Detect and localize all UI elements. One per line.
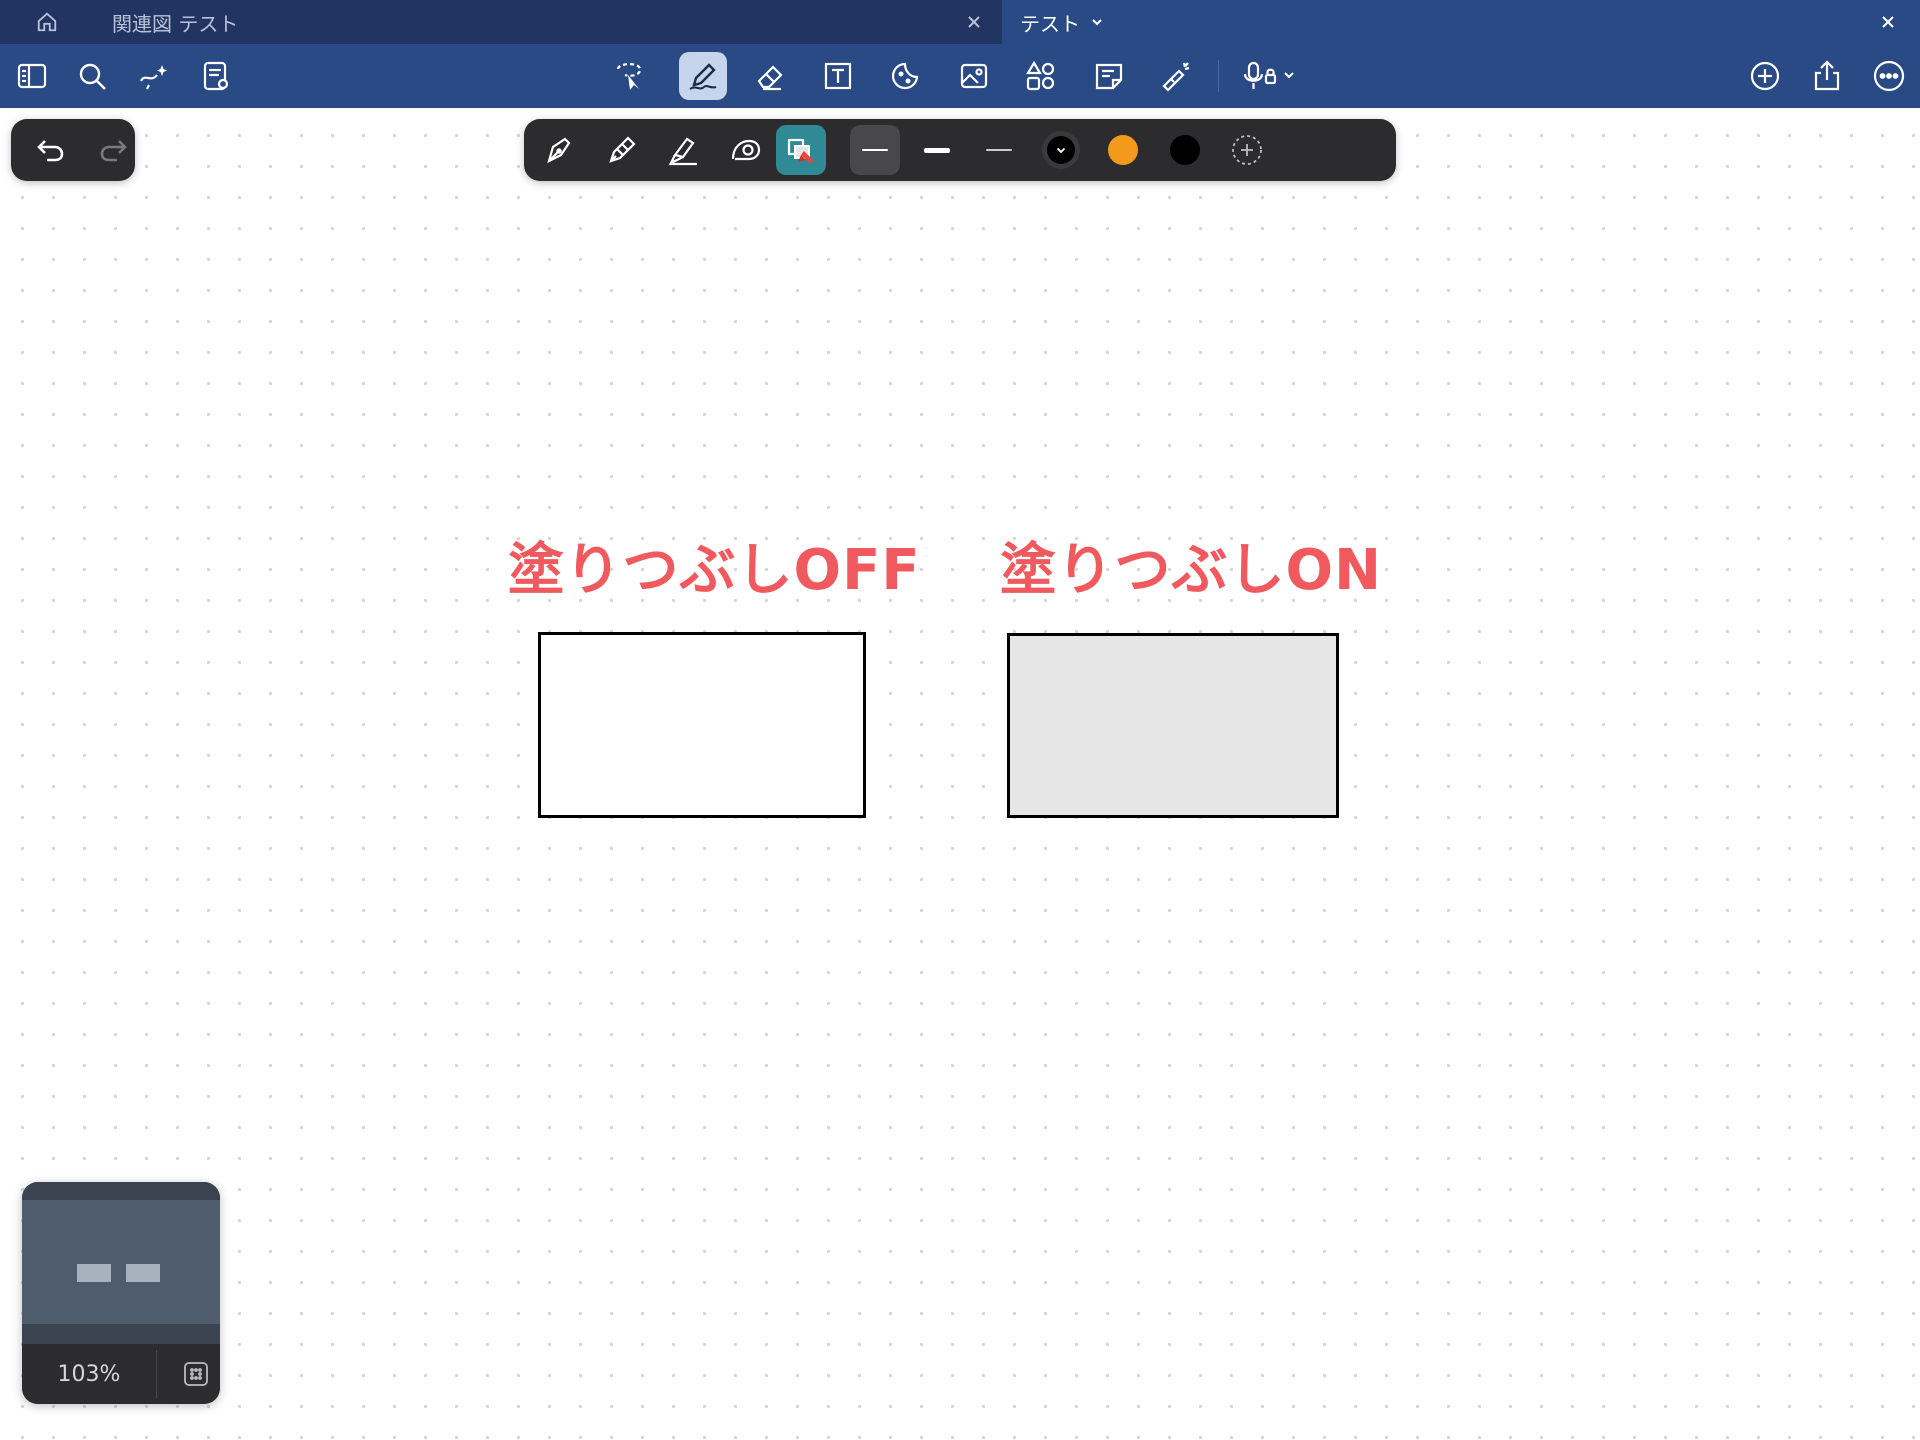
label-fill-off: 塗りつぶしOFF bbox=[508, 538, 921, 603]
add-color-icon[interactable] bbox=[1222, 125, 1272, 175]
color-dot bbox=[1047, 136, 1075, 164]
laser-pointer-icon[interactable] bbox=[1152, 52, 1200, 100]
color-dot bbox=[1108, 135, 1138, 165]
stroke-width-thin-line bbox=[862, 149, 888, 151]
stroke-width-medium-line bbox=[924, 147, 950, 153]
divider bbox=[156, 1350, 157, 1398]
share-icon[interactable] bbox=[1803, 52, 1851, 100]
close-icon[interactable] bbox=[962, 10, 986, 34]
page-settings-icon[interactable] bbox=[192, 52, 240, 100]
rectangle-unfilled[interactable] bbox=[538, 632, 866, 818]
search-icon[interactable] bbox=[68, 52, 116, 100]
image-icon[interactable] bbox=[950, 52, 998, 100]
undo-redo-group bbox=[11, 119, 135, 181]
add-page-icon[interactable] bbox=[1741, 52, 1789, 100]
shapes-icon[interactable] bbox=[1017, 52, 1065, 100]
selected-ring bbox=[1042, 131, 1080, 169]
pen-icon[interactable] bbox=[679, 52, 727, 100]
label-fill-on: 塗りつぶしON bbox=[1000, 538, 1383, 603]
minimap-shape bbox=[77, 1264, 111, 1282]
eraser-icon[interactable] bbox=[746, 52, 794, 100]
stroke-width-fine-line bbox=[986, 149, 1012, 151]
color-swatch-black-selected[interactable] bbox=[1036, 125, 1086, 175]
color-swatch-black[interactable] bbox=[1160, 125, 1210, 175]
zoom-level[interactable]: 103% bbox=[22, 1344, 156, 1404]
tab-label: テスト bbox=[1020, 11, 1080, 36]
chevron-down-icon[interactable] bbox=[1090, 15, 1104, 29]
minimap-footer: 103% bbox=[22, 1344, 220, 1404]
redo-icon[interactable] bbox=[93, 130, 133, 170]
tab-bar: 関連図 テスト テスト bbox=[0, 0, 1920, 44]
tab-test[interactable]: テスト bbox=[1002, 0, 1920, 44]
chevron-down-icon bbox=[1056, 147, 1066, 154]
fill-tool-icon[interactable] bbox=[776, 125, 826, 175]
pen-palette bbox=[524, 119, 1396, 181]
minimap-margin bbox=[22, 1182, 220, 1200]
fountain-pen-icon[interactable] bbox=[535, 125, 585, 175]
fit-page-icon[interactable] bbox=[182, 1360, 210, 1388]
drawing-canvas[interactable] bbox=[0, 108, 1920, 1440]
rectangle-filled[interactable] bbox=[1007, 633, 1339, 818]
lasso-select-icon[interactable] bbox=[606, 52, 654, 100]
toolbar-separator bbox=[1218, 60, 1219, 92]
sticker-icon[interactable] bbox=[882, 52, 930, 100]
minimap-margin bbox=[22, 1324, 220, 1344]
page-minimap[interactable]: 103% bbox=[22, 1182, 220, 1404]
ai-lasso-icon[interactable] bbox=[130, 52, 178, 100]
close-icon[interactable] bbox=[1876, 10, 1900, 34]
stroke-width-thin[interactable] bbox=[850, 125, 900, 175]
tab-kanrenzu-test[interactable]: 関連図 テスト bbox=[80, 0, 1000, 44]
ball-pen-icon[interactable] bbox=[597, 125, 647, 175]
color-swatch-orange[interactable] bbox=[1098, 125, 1148, 175]
more-icon[interactable] bbox=[1865, 52, 1913, 100]
undo-icon[interactable] bbox=[31, 130, 71, 170]
shape-tool-icon[interactable] bbox=[721, 125, 771, 175]
color-dot bbox=[1170, 135, 1200, 165]
minimap-viewport[interactable] bbox=[22, 1200, 220, 1324]
tab-label: 関連図 テスト bbox=[112, 11, 239, 36]
brush-pen-icon[interactable] bbox=[659, 125, 709, 175]
sticky-note-icon[interactable] bbox=[1085, 52, 1133, 100]
minimap-shape bbox=[126, 1264, 160, 1282]
microphone-icon[interactable] bbox=[1236, 52, 1308, 100]
text-box-icon[interactable] bbox=[814, 52, 862, 100]
main-toolbar bbox=[0, 44, 1920, 108]
stroke-width-medium[interactable] bbox=[912, 125, 962, 175]
sidebar-icon[interactable] bbox=[8, 52, 56, 100]
home-icon[interactable] bbox=[24, 0, 70, 44]
stroke-width-fine[interactable] bbox=[974, 125, 1024, 175]
